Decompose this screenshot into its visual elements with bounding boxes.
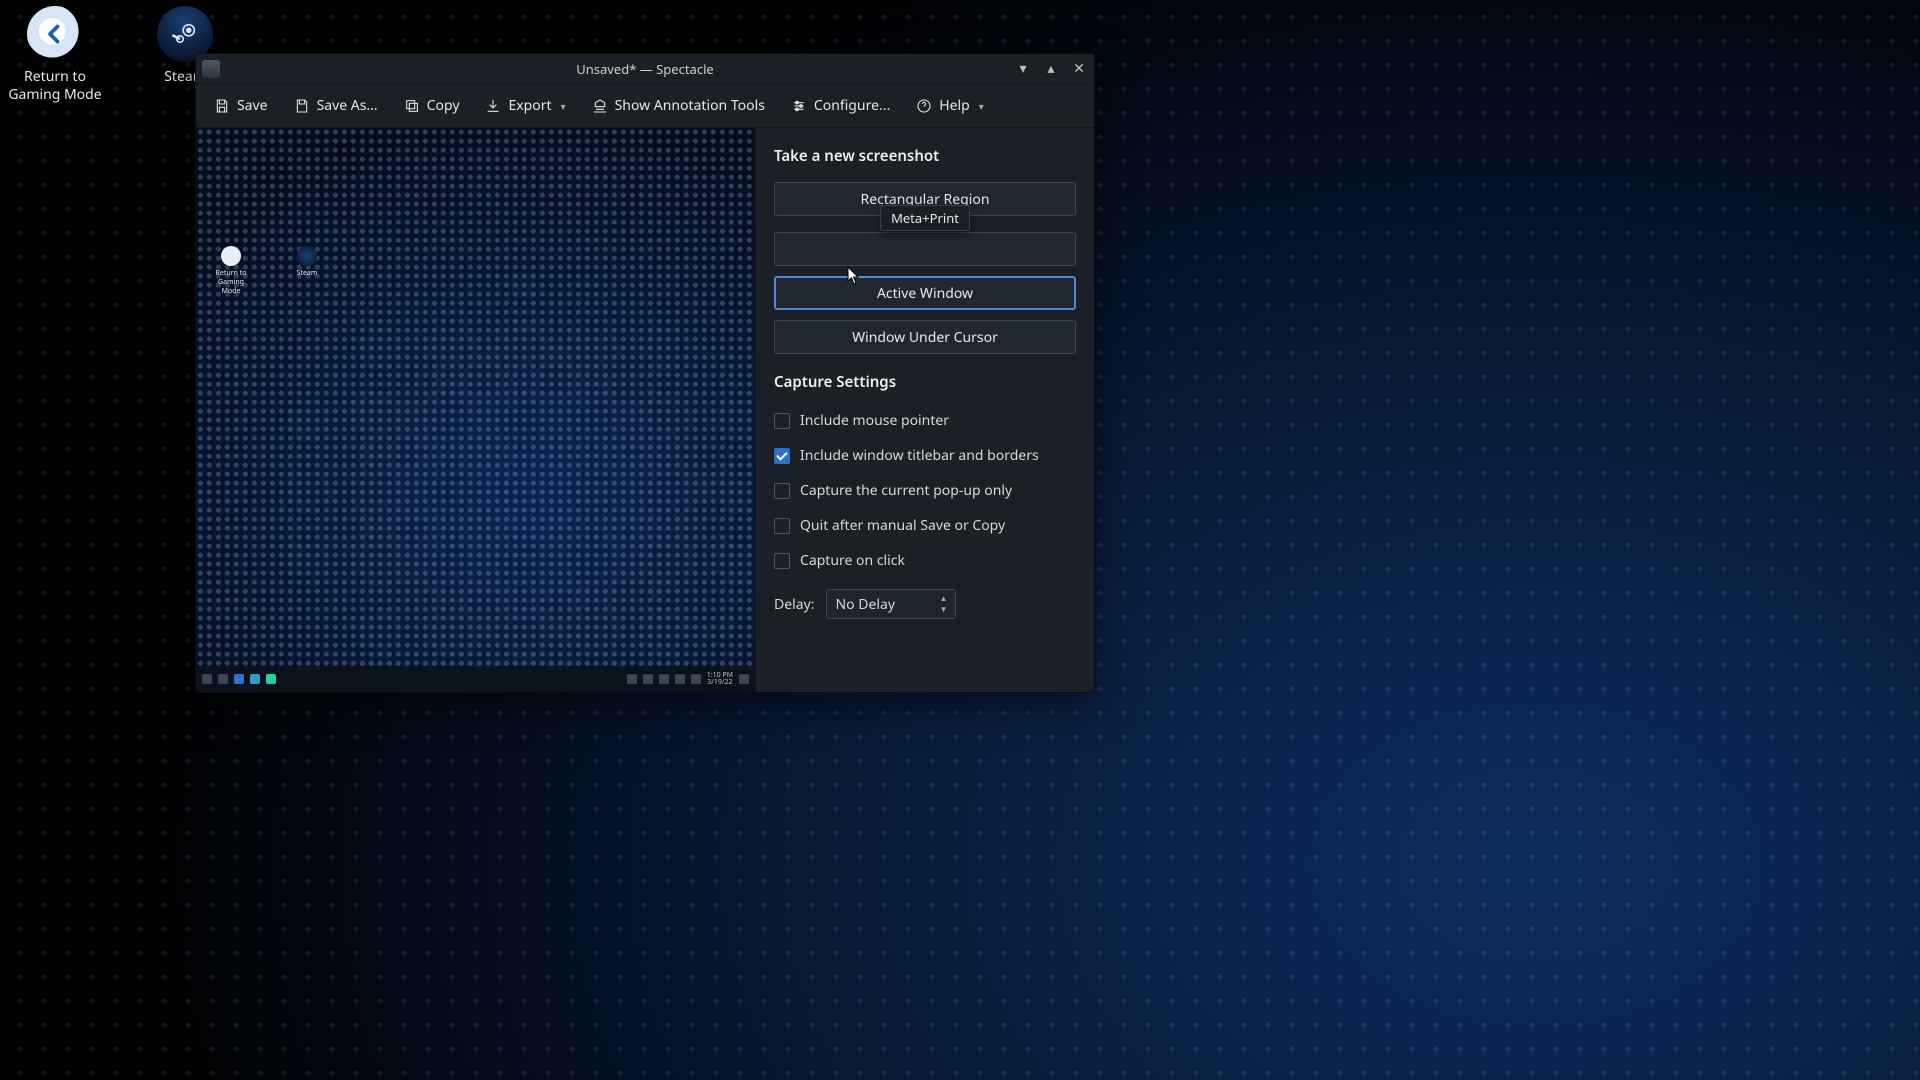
steam-icon <box>297 246 317 266</box>
mode-label: Window Under Cursor <box>852 328 998 347</box>
save-label: Save <box>237 96 268 115</box>
return-icon <box>27 6 83 62</box>
copy-icon <box>404 98 420 114</box>
return-icon <box>221 246 241 266</box>
chevron-down-icon: ▾ <box>561 99 566 113</box>
delay-label: Delay: <box>774 595 814 614</box>
help-label: Help <box>939 96 970 115</box>
export-button[interactable]: Export ▾ <box>473 90 577 121</box>
annotation-label: Show Annotation Tools <box>615 96 765 115</box>
configure-button[interactable]: Configure... <box>779 90 902 121</box>
taskbar-launcher-icon <box>202 674 212 684</box>
configure-icon <box>791 98 807 114</box>
spinbox-arrows-icon: ▲▼ <box>935 592 951 616</box>
mode-window-under-cursor[interactable]: Window Under Cursor <box>774 320 1076 354</box>
preview-clock: 1:10 PM3/19/22 <box>707 672 733 686</box>
mode-label: Active Window <box>877 284 973 303</box>
preview-taskbar: 1:10 PM3/19/22 <box>196 666 755 692</box>
window-title: Unsaved* — Spectacle <box>576 60 714 78</box>
copy-button[interactable]: Copy <box>392 90 472 121</box>
titlebar[interactable]: Unsaved* — Spectacle ▾ ▴ ✕ <box>196 54 1094 84</box>
help-button[interactable]: Help ▾ <box>904 90 996 121</box>
checkbox-icon <box>774 518 790 534</box>
check-quit-after-save[interactable]: Quit after manual Save or Copy <box>774 513 1076 538</box>
screenshot-preview: Return toGaming Mode Steam <box>196 128 756 692</box>
checkbox-label: Capture the current pop-up only <box>800 481 1012 500</box>
copy-label: Copy <box>427 96 460 115</box>
checkbox-icon <box>774 483 790 499</box>
export-icon <box>485 98 501 114</box>
close-button[interactable]: ✕ <box>1068 58 1090 80</box>
checkbox-label: Include mouse pointer <box>800 411 949 430</box>
show-annotation-button[interactable]: Show Annotation Tools <box>580 90 777 121</box>
tray-icon <box>659 674 669 684</box>
capture-panel: Take a new screenshot Rectangular Region… <box>756 128 1094 692</box>
taskbar-app-icon <box>218 674 228 684</box>
checkbox-icon <box>774 413 790 429</box>
app-icon <box>202 60 220 78</box>
save-icon <box>214 98 230 114</box>
save-button[interactable]: Save <box>202 90 280 121</box>
tray-icon <box>675 674 685 684</box>
shortcut-tooltip: Meta+Print <box>880 205 970 231</box>
checkbox-label: Include window titlebar and borders <box>800 446 1039 465</box>
preview-mini-label: Return toGaming Mode <box>216 269 247 296</box>
preview-mini-icon: Steam <box>284 246 330 296</box>
toolbar: Save Save As... Copy Export ▾ Show Annot… <box>196 84 1094 128</box>
spectacle-window: Unsaved* — Spectacle ▾ ▴ ✕ Save Save As.… <box>195 53 1095 693</box>
section-heading-modes: Take a new screenshot <box>774 146 1076 166</box>
minimize-button[interactable]: ▾ <box>1012 58 1034 80</box>
tray-icon <box>739 674 749 684</box>
tray-icon <box>691 674 701 684</box>
delay-spinbox[interactable]: No Delay ▲▼ <box>826 589 956 619</box>
tray-icon <box>643 674 653 684</box>
save-as-icon <box>294 98 310 114</box>
save-as-button[interactable]: Save As... <box>282 90 390 121</box>
configure-label: Configure... <box>814 96 890 115</box>
taskbar-app-icon <box>250 674 260 684</box>
taskbar-app-icon <box>234 674 244 684</box>
mode-full-screen[interactable]: Meta+Print <box>774 232 1076 266</box>
taskbar-app-icon <box>266 674 276 684</box>
checkbox-label: Quit after manual Save or Copy <box>800 516 1005 535</box>
chevron-down-icon: ▾ <box>979 99 984 113</box>
preview-mini-icon: Return toGaming Mode <box>208 246 254 296</box>
maximize-button[interactable]: ▴ <box>1040 58 1062 80</box>
check-include-titlebar[interactable]: Include window titlebar and borders <box>774 443 1076 468</box>
save-as-label: Save As... <box>317 96 378 115</box>
desktop-icon-return-gaming-mode[interactable]: Return toGaming Mode <box>0 6 110 103</box>
delay-value: No Delay <box>835 595 894 614</box>
preview-mini-label: Steam <box>297 269 318 278</box>
check-popup-only[interactable]: Capture the current pop-up only <box>774 478 1076 503</box>
check-include-pointer[interactable]: Include mouse pointer <box>774 408 1076 433</box>
checkbox-icon <box>774 448 790 464</box>
export-label: Export <box>508 96 551 115</box>
checkbox-icon <box>774 553 790 569</box>
check-capture-on-click[interactable]: Capture on click <box>774 548 1076 573</box>
help-icon <box>916 98 932 114</box>
mode-active-window[interactable]: Active Window <box>774 276 1076 310</box>
desktop-icon-label: Return toGaming Mode <box>8 68 101 103</box>
checkbox-label: Capture on click <box>800 551 905 570</box>
tray-icon <box>627 674 637 684</box>
annotation-icon <box>592 98 608 114</box>
section-heading-settings: Capture Settings <box>774 372 1076 392</box>
